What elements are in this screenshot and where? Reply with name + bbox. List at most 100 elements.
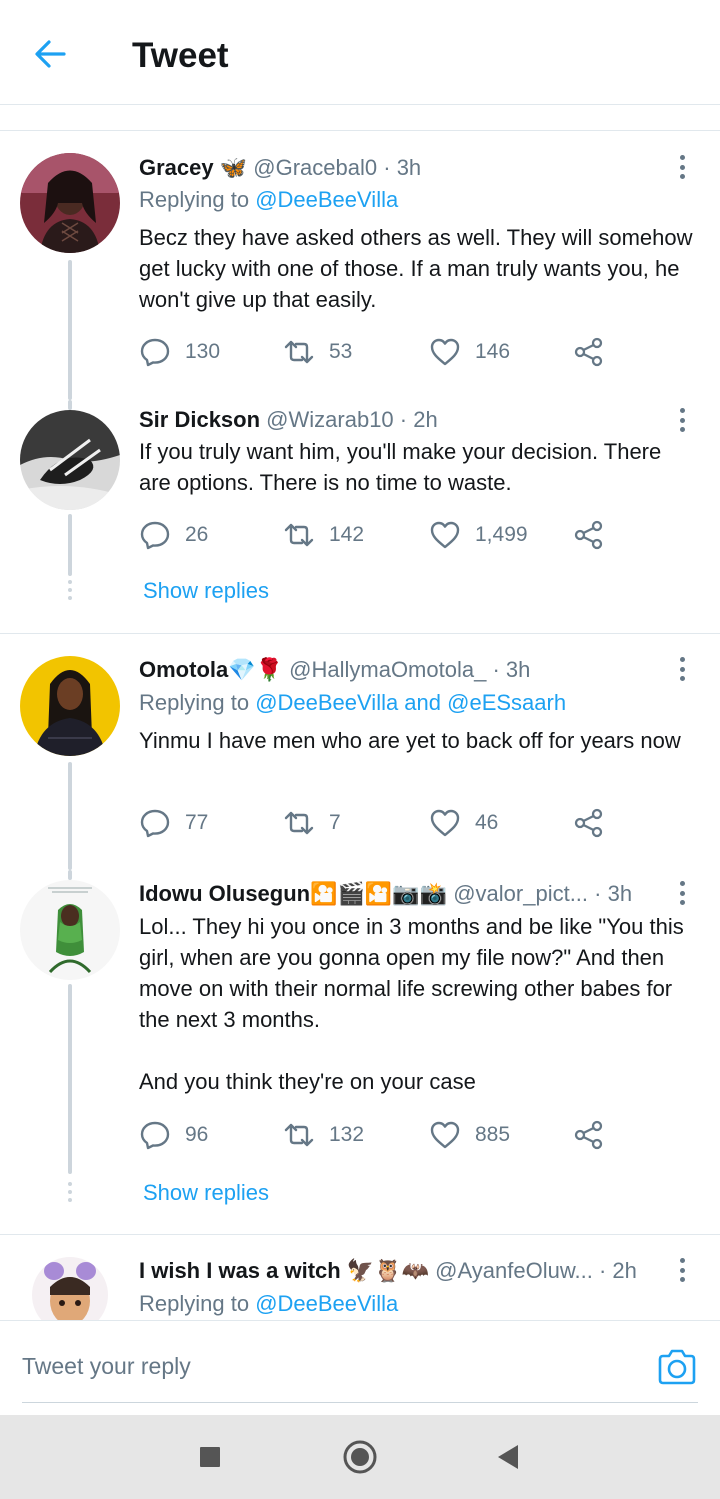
tweet-item[interactable]: Sir Dickson @Wizarab10 · 2h If you truly… <box>0 400 720 632</box>
square-icon <box>200 1447 220 1467</box>
replying-to: Replying to @DeeBeeVilla <box>139 1290 398 1318</box>
user-handle[interactable]: @valor_pict... <box>453 881 588 906</box>
replying-prefix: Replying to <box>139 690 256 715</box>
triangle-back-icon <box>498 1445 518 1469</box>
user-name[interactable]: Omotola <box>139 657 228 682</box>
back-button[interactable] <box>28 34 72 74</box>
speech-bubble-icon <box>140 338 170 367</box>
user-name[interactable]: I wish I was a witch <box>139 1258 341 1283</box>
user-name[interactable]: Idowu Olusegun <box>139 881 310 906</box>
retweet-icon <box>284 1123 314 1147</box>
replying-to-link[interactable]: @DeeBeeVilla and @eESsaarh <box>255 690 566 715</box>
tweet-item[interactable]: Omotola💎🌹 @HallymaOmotola_ · 3h Replying… <box>0 644 720 870</box>
tweet-header: Gracey 🦋 @Gracebal0 · 3h <box>139 154 660 182</box>
avatar[interactable] <box>20 153 120 253</box>
system-nav-bar <box>0 1415 720 1499</box>
thread-line <box>68 984 72 1174</box>
share-button[interactable] <box>573 332 605 372</box>
share-button[interactable] <box>573 803 605 843</box>
reply-underline <box>22 1402 698 1403</box>
like-button[interactable]: 146 <box>429 332 510 372</box>
tweet-item[interactable]: Idowu Olusegun🎦🎬🎦📷📸 @valor_pict... · 3h … <box>0 870 720 1234</box>
recents-button[interactable] <box>190 1437 230 1477</box>
share-button[interactable] <box>573 1115 605 1155</box>
avatar[interactable] <box>20 410 120 510</box>
user-emoji: 💎🌹 <box>228 657 284 682</box>
user-emoji: 🦅🦉🦇 <box>346 1258 430 1283</box>
user-emoji: 🦋 <box>219 155 248 180</box>
heart-icon <box>430 809 460 837</box>
like-count: 146 <box>475 340 511 363</box>
tweet-time: · 2h <box>399 407 438 432</box>
more-options-button[interactable] <box>674 1255 690 1285</box>
reply-button[interactable]: 130 <box>139 332 220 372</box>
reply-input[interactable]: Tweet your reply <box>22 1353 191 1380</box>
user-handle[interactable]: @AyanfeOluw... <box>435 1258 593 1283</box>
more-options-button[interactable] <box>674 878 690 908</box>
retweet-button[interactable]: 7 <box>283 803 341 843</box>
user-handle[interactable]: @Gracebal0 <box>253 155 377 180</box>
retweet-icon <box>284 811 314 835</box>
user-name[interactable]: Gracey <box>139 155 214 180</box>
heart-icon <box>430 521 460 549</box>
retweet-button[interactable]: 53 <box>283 332 352 372</box>
avatar[interactable] <box>20 656 120 756</box>
user-name[interactable]: Sir Dickson <box>139 407 260 432</box>
tweet-item[interactable]: Gracey 🦋 @Gracebal0 · 3h Replying to @De… <box>0 140 720 400</box>
tweet-header: Omotola💎🌹 @HallymaOmotola_ · 3h <box>139 656 660 684</box>
retweet-button[interactable]: 142 <box>283 515 364 555</box>
divider <box>0 1234 720 1235</box>
tweet-item[interactable]: I wish I was a witch 🦅🦉🦇 @AyanfeOluw... … <box>0 1245 720 1320</box>
speech-bubble-icon <box>140 809 170 838</box>
avatar[interactable] <box>20 880 120 980</box>
reply-button[interactable]: 96 <box>139 1115 208 1155</box>
user-handle[interactable]: @Wizarab10 <box>266 407 394 432</box>
back-nav-button[interactable] <box>488 1437 528 1477</box>
tweet-time: · 3h <box>383 155 422 180</box>
like-count: 885 <box>475 1123 511 1146</box>
share-button[interactable] <box>573 515 605 555</box>
more-vertical-icon <box>679 1258 685 1263</box>
reply-count: 96 <box>185 1123 209 1146</box>
tweet-text: Becz they have asked others as well. The… <box>139 225 699 312</box>
retweet-button[interactable]: 132 <box>283 1115 364 1155</box>
tweet-header: Sir Dickson @Wizarab10 · 2h <box>139 406 660 434</box>
share-icon <box>574 337 603 367</box>
replying-to-link[interactable]: @DeeBeeVilla <box>255 1291 398 1316</box>
retweet-count: 142 <box>329 523 365 546</box>
more-options-button[interactable] <box>674 654 690 684</box>
replying-prefix: Replying to <box>139 187 256 212</box>
home-button[interactable] <box>340 1437 380 1477</box>
app-header: Tweet <box>0 0 720 105</box>
speech-bubble-icon <box>140 1121 170 1150</box>
reply-count: 130 <box>185 340 221 363</box>
show-replies-link[interactable]: Show replies <box>143 578 269 604</box>
reply-button[interactable]: 77 <box>139 803 208 843</box>
more-options-button[interactable] <box>674 152 690 182</box>
retweet-icon <box>284 523 314 547</box>
tweet-text: If you truly want him, you'll make your … <box>139 439 668 495</box>
like-count: 1,499 <box>475 523 528 546</box>
tweet-header: I wish I was a witch 🦅🦉🦇 @AyanfeOluw... … <box>139 1257 660 1285</box>
share-icon <box>574 1120 603 1150</box>
show-replies-link[interactable]: Show replies <box>143 1180 269 1206</box>
replying-to-link[interactable]: @DeeBeeVilla <box>255 187 398 212</box>
reply-count: 77 <box>185 811 209 834</box>
replying-to: Replying to @DeeBeeVilla <box>139 186 398 214</box>
avatar[interactable] <box>32 1257 108 1320</box>
camera-button[interactable] <box>656 1347 698 1387</box>
user-emoji: 🎦🎬🎦📷📸 <box>310 881 448 906</box>
like-button[interactable]: 1,499 <box>429 515 528 555</box>
user-handle[interactable]: @HallymaOmotola_ <box>289 657 486 682</box>
tweet-actions: 130 53 146 <box>139 332 619 372</box>
retweet-count: 53 <box>329 340 353 363</box>
tweet-actions: 26 142 1,499 <box>139 515 619 555</box>
reply-button[interactable]: 26 <box>139 515 208 555</box>
more-options-button[interactable] <box>674 405 690 435</box>
speech-bubble-icon <box>140 521 170 550</box>
thread-dots <box>67 1182 73 1202</box>
like-button[interactable]: 885 <box>429 1115 510 1155</box>
like-button[interactable]: 46 <box>429 803 498 843</box>
thread-line <box>68 870 72 880</box>
tweet-text: Yinmu I have men who are yet to back off… <box>139 728 681 753</box>
